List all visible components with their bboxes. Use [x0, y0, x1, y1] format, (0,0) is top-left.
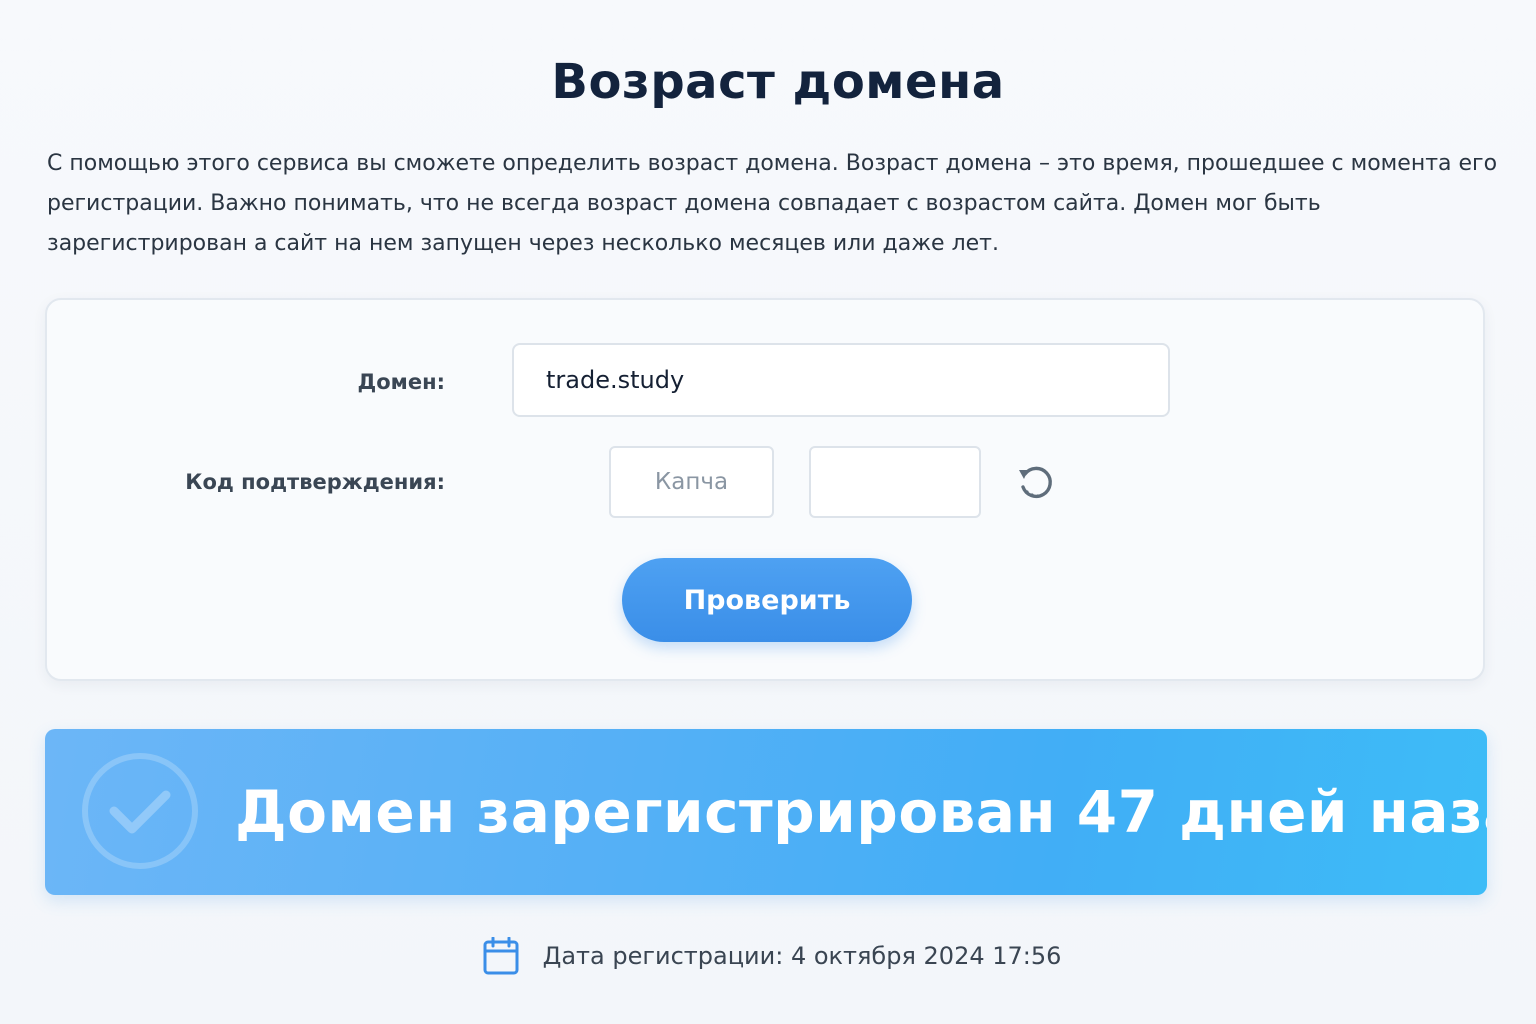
page-title: Возраст домена — [551, 54, 1005, 110]
check-circle-icon — [82, 753, 198, 869]
check-button[interactable]: Проверить — [622, 558, 912, 642]
result-text: Домен зарегистрирован 47 дней назад — [235, 778, 1487, 846]
registration-date-text: Дата регистрации: 4 октября 2024 17:56 — [542, 942, 1062, 970]
refresh-icon[interactable] — [1015, 460, 1057, 502]
domain-input[interactable] — [512, 343, 1170, 417]
result-banner: Домен зарегистрирован 47 дней назад — [45, 729, 1487, 895]
domain-label: Домен: — [357, 370, 445, 394]
page-description: С помощью этого сервиса вы сможете опред… — [47, 151, 1498, 256]
captcha-image: Капча — [609, 446, 774, 518]
registration-date: Дата регистрации: 4 октября 2024 17:56 — [0, 937, 1536, 975]
captcha-label: Код подтверждения: — [185, 470, 445, 494]
calendar-icon — [483, 937, 519, 975]
domain-check-form: Домен: Код подтверждения: Капча Проверит… — [45, 298, 1485, 681]
captcha-input[interactable] — [809, 446, 981, 518]
